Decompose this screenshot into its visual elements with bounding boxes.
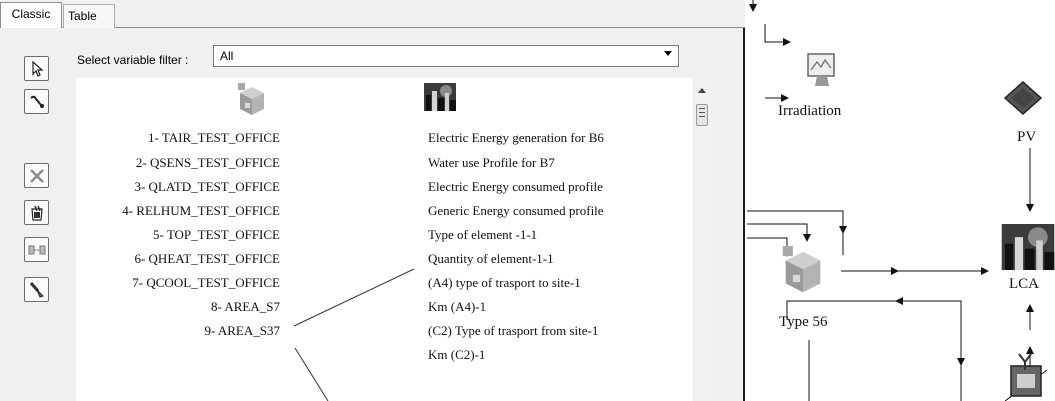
irradiation-icon [807,53,835,86]
scroll-thumb[interactable] [696,104,708,126]
link-style-icon [28,245,46,255]
connect-tool-icon [30,95,44,108]
paint-link-button[interactable] [24,277,49,302]
tab-table[interactable]: Table [63,4,115,28]
delete-link-button[interactable] [24,163,49,188]
tab-bar: Classic Table [0,0,745,29]
pv-panel-icon [1003,80,1043,116]
connection-line-area-s7 [293,268,415,327]
tab-classic[interactable]: Classic [0,2,62,29]
simulation-canvas[interactable]: Irradiation PV Type 56 LCA [747,0,1055,401]
connect-tool-button[interactable] [24,89,49,114]
lca-icon [1001,224,1055,270]
erase-bucket-icon [31,205,43,221]
chevron-down-icon [664,51,672,56]
scroll-up-arrow-icon[interactable] [698,88,706,93]
type56-icon [782,246,821,293]
variable-filter-select[interactable]: All [213,45,679,67]
connection-line-area-s37 [294,347,329,401]
vertical-scrollbar[interactable] [693,78,710,401]
lca-label[interactable]: LCA [1009,276,1039,293]
variable-connection-list[interactable]: 1- TAIR_TEST_OFFICE 2- QSENS_TEST_OFFICE… [76,78,710,401]
link-style-button[interactable] [24,237,49,262]
irradiation-label[interactable]: Irradiation [778,103,841,120]
paint-brush-icon [29,282,44,298]
connection-lines [293,268,415,401]
canvas-links [747,0,1048,401]
type56-label[interactable]: Type 56 [779,314,828,331]
filter-label: Select variable filter : [77,53,189,67]
filter-selected-value: All [220,49,234,63]
delete-link-icon [30,169,44,183]
select-tool-button[interactable] [24,56,49,81]
select-arrow-icon [32,60,44,77]
printer-output-icon [1010,353,1042,397]
erase-links-button[interactable] [24,200,49,225]
pv-label[interactable]: PV [1017,129,1036,146]
